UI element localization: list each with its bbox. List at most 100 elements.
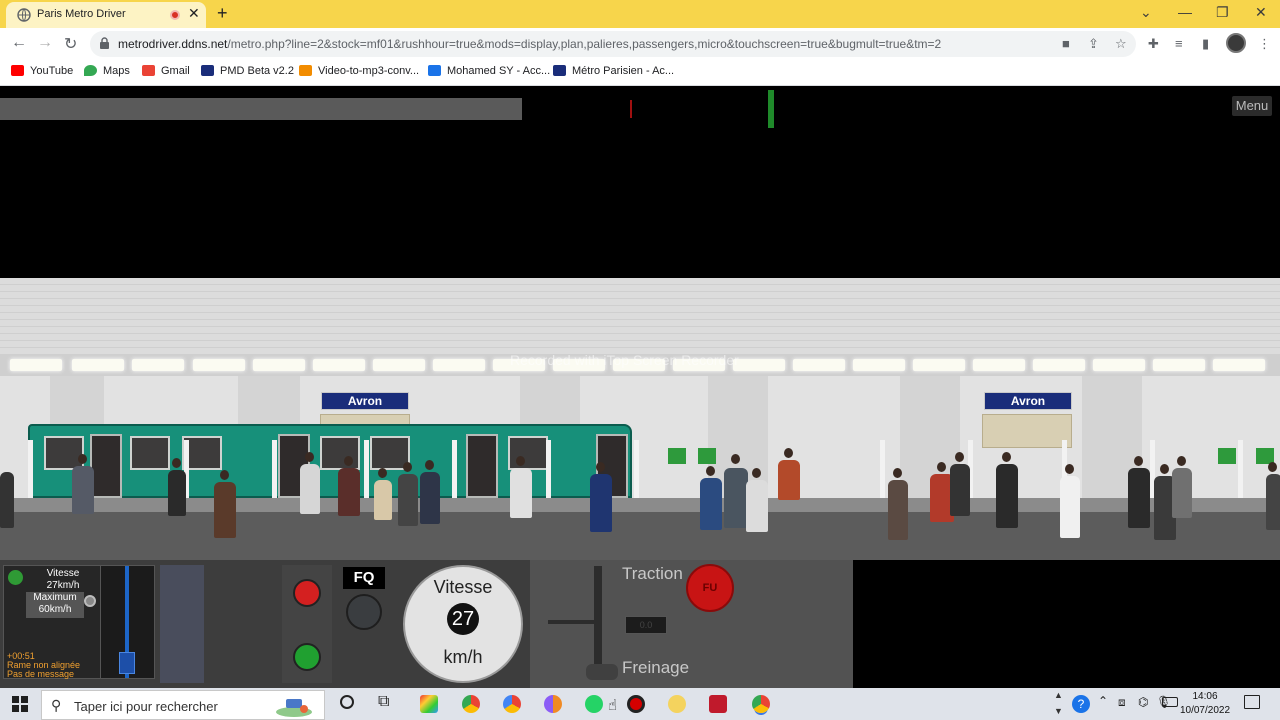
extensions-icon[interactable]: ✚ (1148, 36, 1159, 52)
fq-button[interactable] (346, 594, 382, 630)
bookmark-video-to-mp3[interactable]: Video-to-mp3-conv... (299, 65, 419, 81)
speed-value: 27km/h (46, 580, 80, 591)
route-progress-bar (0, 98, 522, 120)
controller-slot (594, 566, 602, 670)
settings-knob-icon[interactable] (84, 595, 96, 607)
bookmarks-bar: YouTube Maps Gmail PMD Beta v2.2 Video-t… (0, 60, 1280, 86)
paint-app-icon[interactable] (420, 695, 438, 713)
menu-button[interactable]: Menu (1232, 96, 1272, 116)
share-icon[interactable]: ⇪ (1088, 36, 1099, 52)
bookmark-pmd-beta[interactable]: PMD Beta v2.2 (201, 65, 294, 81)
freinage-label: Freinage (622, 658, 690, 677)
recorder-watermark: Recorded with iTop Screen Recorder (510, 352, 739, 368)
camera-icon[interactable]: ■ (1062, 36, 1070, 51)
red-signal (630, 100, 632, 118)
windows-start-icon[interactable] (12, 696, 28, 712)
bookmark-maps[interactable]: Maps (84, 65, 130, 81)
new-tab-button[interactable]: + (217, 3, 228, 24)
task-view-icon[interactable]: ⧉ (378, 693, 389, 711)
chrome-app-icon[interactable] (462, 695, 480, 713)
profile-avatar[interactable] (1226, 33, 1246, 53)
speed-label: Vitesse (46, 568, 80, 579)
tab-search-chevron-icon[interactable]: ⌄ (1140, 4, 1152, 21)
notifications-icon[interactable] (1244, 695, 1260, 709)
search-placeholder: Taper ici pour rechercher (74, 699, 218, 714)
tab-title: Paris Metro Driver (37, 8, 126, 20)
taskbar-search-input[interactable]: ⚲ Taper ici pour rechercher (41, 690, 325, 720)
dial-speed-value: 27 (447, 603, 479, 635)
max-speed-block: Maximum 60km/h (26, 592, 84, 618)
max-speed-label: Maximum (33, 592, 77, 603)
more-menu-icon[interactable]: ⋮ (1258, 36, 1271, 52)
page-icon (428, 65, 441, 76)
speedometer-dial: Vitesse 27 km/h (403, 565, 523, 683)
bookmark-star-icon[interactable]: ☆ (1115, 36, 1127, 52)
device-icon[interactable]: ⧈ (1118, 695, 1126, 710)
green-lamp-button[interactable] (293, 643, 321, 671)
traction-label: Traction (622, 564, 683, 583)
address-bar[interactable]: metrodriver.ddns.net/metro.php?line=2&st… (90, 31, 1136, 57)
metro-train (28, 424, 632, 498)
scroll-up-icon[interactable]: ▲ (1054, 690, 1063, 700)
game-canvas[interactable]: Menu Avron Avron Recorded with iTop Scre… (0, 86, 1280, 688)
emergency-brake-button[interactable]: FU (686, 564, 734, 612)
screen-recorder-app-icon[interactable] (627, 695, 645, 713)
bookmark-gmail[interactable]: Gmail (142, 65, 190, 81)
pmd-icon (201, 65, 214, 76)
chrome-active-app-icon[interactable] (752, 695, 770, 713)
youtube-icon (11, 65, 24, 76)
reload-button[interactable]: ↻ (64, 34, 77, 54)
controller-base (586, 664, 618, 680)
windows-taskbar: ⚲ Taper ici pour rechercher ⧉ ☝ ▲ ▼ ? ⌃ … (0, 688, 1280, 720)
chrome-canary-app-icon[interactable] (544, 695, 562, 713)
system-clock[interactable]: 14:06 10/07/2022 (1176, 690, 1234, 718)
chrome-profile-app-icon[interactable] (503, 695, 521, 713)
whatsapp-app-icon[interactable] (585, 695, 603, 713)
mouse-cursor-icon: ☝ (608, 697, 618, 714)
browser-tab[interactable]: Paris Metro Driver ✕ (6, 2, 206, 28)
url-text: metrodriver.ddns.net/metro.php?line=2&st… (118, 37, 941, 51)
video-editor-app-icon[interactable] (709, 695, 727, 713)
close-tab-icon[interactable]: ✕ (188, 5, 200, 22)
bookmark-youtube[interactable]: YouTube (11, 65, 73, 81)
search-icon: ⚲ (51, 697, 62, 713)
globe-icon (17, 8, 31, 22)
status-messages: +00:51 Rame non alignée Pas de message (7, 652, 80, 679)
platform-floor (0, 512, 1280, 560)
speed-gauge (100, 565, 155, 679)
network-icon[interactable]: ⌬ (1138, 695, 1148, 709)
converter-icon (299, 65, 312, 76)
tiled-vault (0, 278, 1280, 354)
indicator-lamps (282, 565, 332, 683)
maps-pin-icon (84, 65, 97, 76)
cortana-icon[interactable] (340, 695, 354, 709)
station-map (982, 414, 1072, 448)
red-lamp-button[interactable] (293, 579, 321, 607)
dial-unit: km/h (443, 647, 483, 667)
bookmark-metro-parisien[interactable]: Métro Parisien - Ac... (553, 65, 674, 81)
info-display: Vitesse 27km/h Maximum 60km/h +00:51 Rame … (3, 565, 101, 679)
show-hidden-icons-icon[interactable]: ⌃ (1098, 694, 1108, 708)
side-panel-icon[interactable]: ▮ (1202, 36, 1209, 52)
recording-indicator-icon (170, 10, 180, 20)
scroll-down-icon[interactable]: ▼ (1054, 706, 1063, 716)
help-icon[interactable]: ? (1072, 695, 1090, 713)
status-ok-icon (8, 570, 23, 585)
forward-button[interactable]: → (37, 34, 53, 52)
minimize-button[interactable]: — (1178, 4, 1192, 20)
max-speed-value: 60km/h (38, 604, 72, 615)
close-window-button[interactable]: ✕ (1255, 4, 1267, 21)
back-button[interactable]: ← (11, 34, 27, 52)
bookmark-mohamed-sy[interactable]: Mohamed SY - Acc... (428, 65, 550, 81)
driver-panel: Vitesse 27km/h Maximum 60km/h +00:51 Rame … (0, 560, 853, 688)
panel-blank (160, 565, 204, 683)
station-sign: Avron (321, 392, 409, 410)
dial-label: Vitesse (433, 577, 493, 597)
emoji-app-icon[interactable] (668, 695, 686, 713)
reading-list-icon[interactable]: ≡ (1175, 36, 1183, 51)
traction-brake-controller: Traction FU 0.0 Freinage (530, 560, 853, 688)
fq-label: FQ (343, 567, 385, 589)
controller-handle[interactable] (548, 620, 600, 624)
restore-button[interactable]: ❐ (1216, 4, 1229, 21)
url-domain: metrodriver.ddns.net (118, 37, 228, 51)
